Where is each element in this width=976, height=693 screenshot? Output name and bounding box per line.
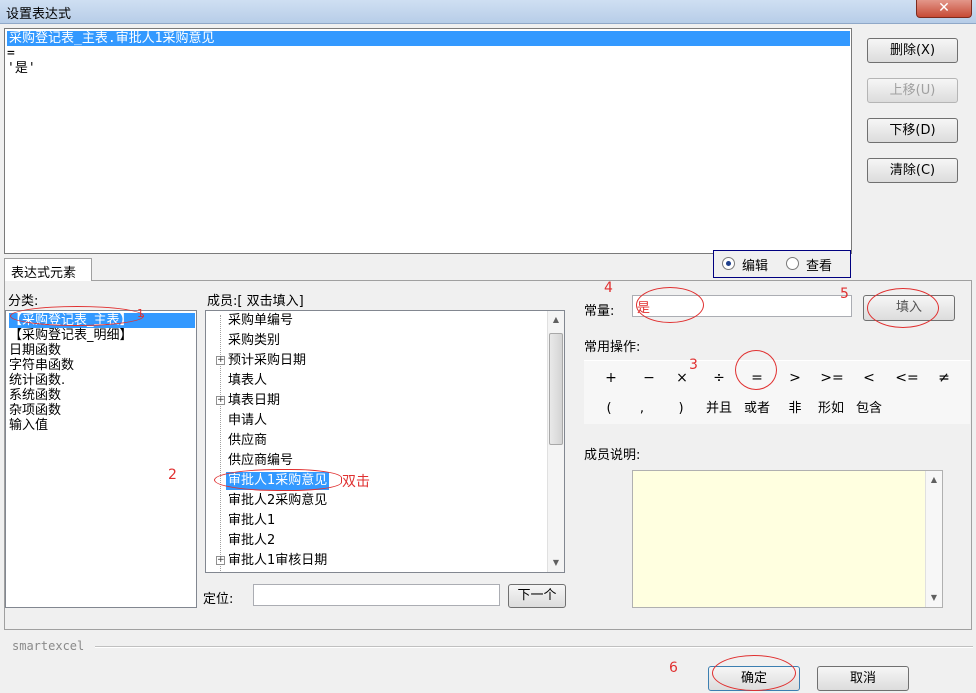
annotation-ellipse bbox=[712, 655, 796, 691]
list-item[interactable]: 【采购登记表_明细】 bbox=[9, 328, 133, 343]
mode-group: 编辑 查看 bbox=[713, 250, 851, 278]
brand-label: smartexcel bbox=[12, 639, 85, 653]
edit-radio[interactable] bbox=[722, 257, 735, 270]
expand-icon[interactable]: + bbox=[216, 396, 225, 405]
greater-equal-operator[interactable]: >= bbox=[817, 367, 847, 389]
annotation-number: 3 bbox=[689, 357, 698, 373]
list-item[interactable]: 系统函数 bbox=[9, 388, 61, 403]
plus-operator[interactable]: + bbox=[596, 367, 626, 389]
move-down-button[interactable]: 下移(D) bbox=[867, 118, 958, 143]
annotation-number: 4 bbox=[604, 280, 613, 296]
annotation-ellipse bbox=[867, 288, 939, 328]
greater-operator[interactable]: > bbox=[780, 367, 810, 389]
expression-line[interactable]: = bbox=[7, 46, 15, 61]
member-desc-box[interactable]: ▲ ▼ bbox=[632, 470, 943, 608]
tree-item[interactable]: 申请人 bbox=[228, 412, 267, 430]
tree-item[interactable]: 供应商 bbox=[228, 432, 267, 450]
desc-scrollbar[interactable]: ▲ ▼ bbox=[925, 471, 942, 607]
list-item[interactable]: 杂项函数 bbox=[9, 403, 61, 418]
tree-item[interactable]: 预计采购日期 bbox=[228, 352, 306, 370]
scroll-up-icon[interactable]: ▲ bbox=[548, 312, 564, 328]
expression-line[interactable]: '是' bbox=[7, 61, 36, 76]
tree-item[interactable]: 供应商编号 bbox=[228, 452, 293, 470]
view-radio[interactable] bbox=[786, 257, 799, 270]
edit-label: 编辑 bbox=[742, 259, 769, 274]
close-button[interactable]: ✕ bbox=[916, 0, 972, 18]
tree-item[interactable]: 审批人2采购意见 bbox=[228, 492, 327, 510]
locate-label: 定位: bbox=[203, 592, 234, 607]
tree-item[interactable]: 采购类别 bbox=[228, 332, 280, 350]
annotation-ellipse bbox=[10, 306, 144, 326]
locate-input[interactable] bbox=[253, 584, 500, 606]
category-label: 分类: bbox=[8, 294, 39, 309]
annotation-ellipse bbox=[735, 350, 777, 390]
list-item[interactable]: 字符串函数 bbox=[9, 358, 74, 373]
title-bar: 设置表达式 ✕ bbox=[0, 0, 976, 24]
window-title: 设置表达式 bbox=[6, 7, 72, 22]
delete-button[interactable]: 删除(X) bbox=[867, 38, 958, 63]
expression-list[interactable]: 采购登记表_主表.审批人1采购意见 = '是' bbox=[4, 28, 852, 254]
scroll-thumb[interactable] bbox=[549, 333, 563, 445]
and-operator[interactable]: 并且 bbox=[702, 398, 736, 420]
less-operator[interactable]: < bbox=[854, 367, 884, 389]
tree-item[interactable]: 审批人1 bbox=[228, 512, 275, 530]
or-operator[interactable]: 或者 bbox=[740, 398, 774, 420]
not-equal-operator[interactable]: ≠ bbox=[929, 367, 959, 389]
close-paren-operator[interactable]: ) bbox=[670, 398, 692, 420]
list-item[interactable]: 日期函数 bbox=[9, 343, 61, 358]
less-equal-operator[interactable]: <= bbox=[892, 367, 922, 389]
annotation-number: 6 bbox=[669, 660, 678, 676]
operators-panel: + − × ÷ = > >= < <= ≠ ( , ) 并且 或者 非 形如 包… bbox=[584, 360, 970, 424]
member-desc-label: 成员说明: bbox=[584, 448, 641, 463]
like-operator[interactable]: 形如 bbox=[814, 398, 848, 420]
scroll-up-icon[interactable]: ▲ bbox=[926, 472, 942, 488]
divider bbox=[95, 646, 973, 648]
list-item[interactable]: 输入值 bbox=[9, 418, 48, 433]
members-label: 成员:[ 双击填入] bbox=[207, 294, 304, 309]
expand-icon[interactable]: + bbox=[216, 356, 225, 365]
annotation-number: 1 bbox=[137, 307, 144, 320]
clear-button[interactable]: 清除(C) bbox=[867, 158, 958, 183]
tree-item[interactable]: 填表人 bbox=[228, 372, 267, 390]
list-item[interactable]: 统计函数. bbox=[9, 373, 65, 388]
minus-operator[interactable]: − bbox=[634, 367, 664, 389]
scroll-down-icon[interactable]: ▼ bbox=[548, 555, 564, 571]
operators-label: 常用操作: bbox=[584, 340, 641, 355]
expression-line[interactable]: 采购登记表_主表.审批人1采购意见 bbox=[7, 31, 850, 46]
annotation-number: 5 bbox=[840, 286, 849, 302]
move-up-button[interactable]: 上移(U) bbox=[867, 78, 958, 103]
annotation-number: 2 bbox=[168, 467, 177, 483]
open-paren-operator[interactable]: ( bbox=[598, 398, 620, 420]
scroll-down-icon[interactable]: ▼ bbox=[926, 590, 942, 606]
tree-item[interactable]: 审批人2 bbox=[228, 532, 275, 550]
view-label: 查看 bbox=[806, 259, 833, 274]
member-scrollbar[interactable]: ▲ ▼ bbox=[547, 311, 564, 572]
member-tree[interactable]: 采购单编号 采购类别 + 预计采购日期 填表人 + 填表日期 申请人 供应商 供… bbox=[205, 310, 565, 573]
next-button[interactable]: 下一个 bbox=[508, 584, 566, 608]
cancel-button[interactable]: 取消 bbox=[817, 666, 909, 691]
contains-operator[interactable]: 包含 bbox=[852, 398, 886, 420]
tab-expression-elements[interactable]: 表达式元素 bbox=[4, 258, 92, 281]
annotation-ellipse bbox=[636, 287, 704, 323]
tree-guide-line bbox=[220, 315, 221, 571]
annotation-double-click: 双击 bbox=[342, 474, 370, 490]
tree-item[interactable]: 采购单编号 bbox=[228, 312, 293, 330]
divide-operator[interactable]: ÷ bbox=[704, 367, 734, 389]
tree-item[interactable]: 填表日期 bbox=[228, 392, 280, 410]
tree-item[interactable]: 审批人1审核日期 bbox=[228, 552, 327, 570]
comma-operator[interactable]: , bbox=[631, 398, 653, 420]
annotation-ellipse bbox=[214, 469, 342, 491]
constant-label: 常量: bbox=[584, 304, 615, 319]
not-operator[interactable]: 非 bbox=[784, 398, 806, 420]
expand-icon[interactable]: + bbox=[216, 556, 225, 565]
category-list[interactable]: 【采购登记表_主表】 【采购登记表_明细】 日期函数 字符串函数 统计函数. 系… bbox=[5, 310, 197, 608]
